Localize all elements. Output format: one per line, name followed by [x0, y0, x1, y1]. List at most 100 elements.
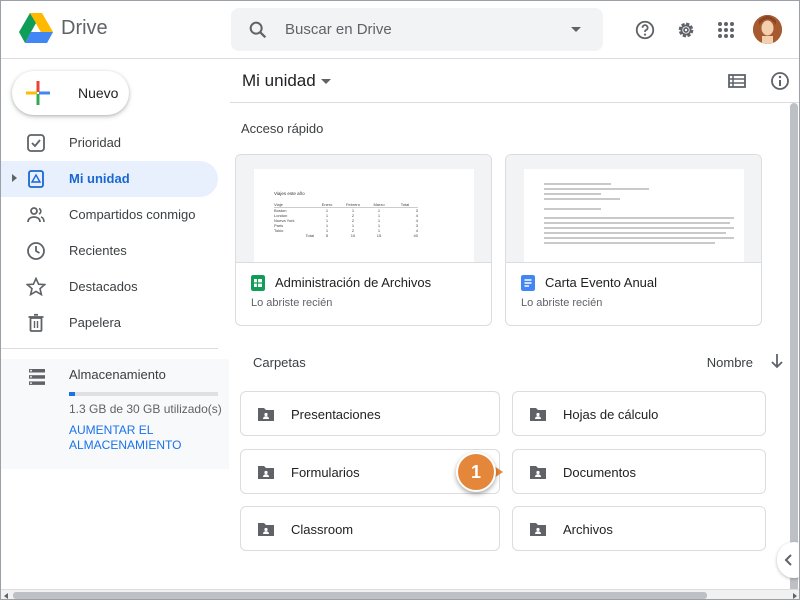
mini-sheet-table: Viajes este año Viaje Enero Febrero Marz…	[274, 191, 418, 238]
clock-icon	[27, 242, 45, 260]
page-title[interactable]: Mi unidad	[242, 71, 316, 91]
chevron-left-icon	[784, 554, 792, 566]
scroll-right-arrow-icon[interactable]	[793, 593, 797, 599]
sidebar-item-label: Compartidos conmigo	[69, 207, 196, 222]
main-content: Mi unidad Acceso rápido Viajes este año	[230, 59, 799, 589]
sidebar-item-label: Recientes	[69, 243, 127, 258]
folder-documentos[interactable]: Documentos	[512, 449, 766, 494]
app-name: Drive	[61, 16, 108, 39]
quick-access-label: Acceso rápido	[241, 121, 324, 136]
doc-text-lines	[544, 183, 734, 247]
account-avatar[interactable]	[753, 15, 782, 44]
doc-preview	[524, 169, 744, 262]
search-options-icon[interactable]	[571, 27, 581, 32]
quick-access-card-doc[interactable]: Carta Evento Anual Lo abriste recién	[505, 154, 762, 326]
sort-by-button[interactable]: Nombre	[707, 355, 753, 370]
priority-check-icon	[27, 134, 45, 152]
file-subtitle: Lo abriste recién	[521, 297, 603, 309]
shared-folder-icon	[530, 408, 546, 421]
scroll-left-arrow-icon[interactable]	[4, 593, 8, 599]
info-icon[interactable]	[770, 71, 790, 91]
list-view-icon[interactable]	[727, 71, 747, 91]
settings-button[interactable]	[674, 18, 698, 42]
mini-sheet-title: Viajes este año	[274, 191, 305, 196]
trash-icon	[28, 313, 44, 332]
vertical-scrollbar[interactable]	[789, 103, 799, 593]
search-bar[interactable]: Buscar en Drive	[231, 8, 603, 51]
shared-folder-icon	[530, 523, 546, 536]
sidebar-item-label: Destacados	[69, 279, 138, 294]
mini-sheet-cell: 15	[376, 233, 382, 238]
storage-usage-fill	[69, 392, 76, 396]
sheets-file-icon	[251, 275, 265, 291]
file-thumbnail: Viajes este año Viaje Enero Febrero Marz…	[236, 155, 491, 263]
horizontal-scroll-thumb[interactable]	[13, 592, 707, 599]
mini-sheet-cell: Total	[305, 233, 314, 238]
file-subtitle: Lo abriste recién	[251, 297, 333, 309]
shared-people-icon	[27, 207, 45, 223]
new-button-label: Nuevo	[78, 85, 119, 101]
folder-name: Hojas de cálculo	[563, 407, 659, 422]
sidebar-item-trash[interactable]: Papelera	[1, 305, 218, 341]
apps-button[interactable]	[714, 18, 738, 42]
mini-sheet-cell: 40	[413, 233, 418, 238]
storage-panel: Almacenamiento 1.3 GB de 30 GB utilizado…	[1, 359, 229, 469]
storage-usage-bar	[69, 392, 218, 396]
sidebar-item-starred[interactable]: Destacados	[1, 269, 218, 305]
top-bar: Drive Buscar en Drive	[1, 1, 799, 59]
sidebar-item-recent[interactable]: Recientes	[1, 233, 218, 269]
shared-folder-icon	[530, 466, 546, 479]
sidebar-item-label: Papelera	[69, 315, 122, 330]
folder-name: Formularios	[291, 465, 360, 480]
drive-logo[interactable]: Drive	[19, 13, 108, 43]
docs-file-icon	[521, 275, 535, 291]
mini-sheet-cell: 5	[325, 233, 329, 238]
title-dropdown-icon[interactable]	[321, 79, 331, 84]
help-icon	[635, 20, 655, 40]
my-drive-icon	[28, 170, 44, 188]
sidebar-item-shared[interactable]: Compartidos conmigo	[1, 197, 218, 233]
storage-icon	[29, 369, 45, 385]
folder-name: Documentos	[563, 465, 636, 480]
sidebar-item-label: Prioridad	[69, 135, 122, 150]
mini-sheet-grid: Viaje Enero Febrero Marzo Total Boston 1 1…	[274, 202, 418, 238]
file-name: Administración de Archivos	[275, 275, 432, 290]
drive-window: Drive Buscar en Drive Nuevo Prioridad Mi…	[0, 0, 800, 600]
apps-grid-icon	[718, 22, 734, 38]
new-button[interactable]: Nuevo	[12, 71, 129, 115]
vertical-scroll-thumb[interactable]	[790, 103, 798, 593]
avatar-portrait-icon	[753, 15, 782, 44]
file-thumbnail	[506, 155, 761, 263]
sidebar-item-label: Mi unidad	[69, 171, 130, 186]
storage-title: Almacenamiento	[69, 367, 166, 382]
expand-arrow-icon[interactable]	[12, 174, 17, 182]
folder-name: Presentaciones	[291, 407, 381, 422]
upgrade-storage-link[interactable]: AUMENTAR EL ALMACENAMIENTO	[69, 423, 209, 453]
main-toolbar: Mi unidad	[230, 59, 799, 103]
plus-icon	[26, 81, 50, 105]
drive-logo-icon	[19, 13, 53, 43]
step-callout-badge: 1	[456, 452, 496, 492]
search-icon[interactable]	[247, 19, 269, 41]
star-icon	[26, 277, 46, 297]
sidebar-item-my-drive[interactable]: Mi unidad	[1, 161, 218, 197]
folder-hojas-de-calculo[interactable]: Hojas de cálculo	[512, 391, 766, 436]
sort-direction-arrow-icon[interactable]	[770, 353, 784, 369]
sidebar-item-priority[interactable]: Prioridad	[1, 125, 218, 161]
sheet-preview: Viajes este año Viaje Enero Febrero Marz…	[254, 169, 474, 262]
search-input[interactable]: Buscar en Drive	[285, 21, 571, 38]
folders-label: Carpetas	[253, 355, 306, 370]
help-button[interactable]	[633, 18, 657, 42]
settings-icon	[678, 22, 694, 38]
storage-used-text: 1.3 GB de 30 GB utilizado(s)	[69, 402, 222, 416]
folder-classroom[interactable]: Classroom	[240, 506, 500, 551]
horizontal-scrollbar[interactable]	[1, 589, 799, 599]
folder-archivos[interactable]: Archivos	[512, 506, 766, 551]
folder-name: Classroom	[291, 522, 354, 537]
folder-presentaciones[interactable]: Presentaciones	[240, 391, 500, 436]
quick-access-card-sheet[interactable]: Viajes este año Viaje Enero Febrero Marz…	[235, 154, 492, 326]
shared-folder-icon	[258, 523, 274, 536]
mini-sheet-cell: 10	[350, 233, 356, 238]
sidebar-divider	[1, 348, 218, 349]
shared-folder-icon	[258, 408, 274, 421]
